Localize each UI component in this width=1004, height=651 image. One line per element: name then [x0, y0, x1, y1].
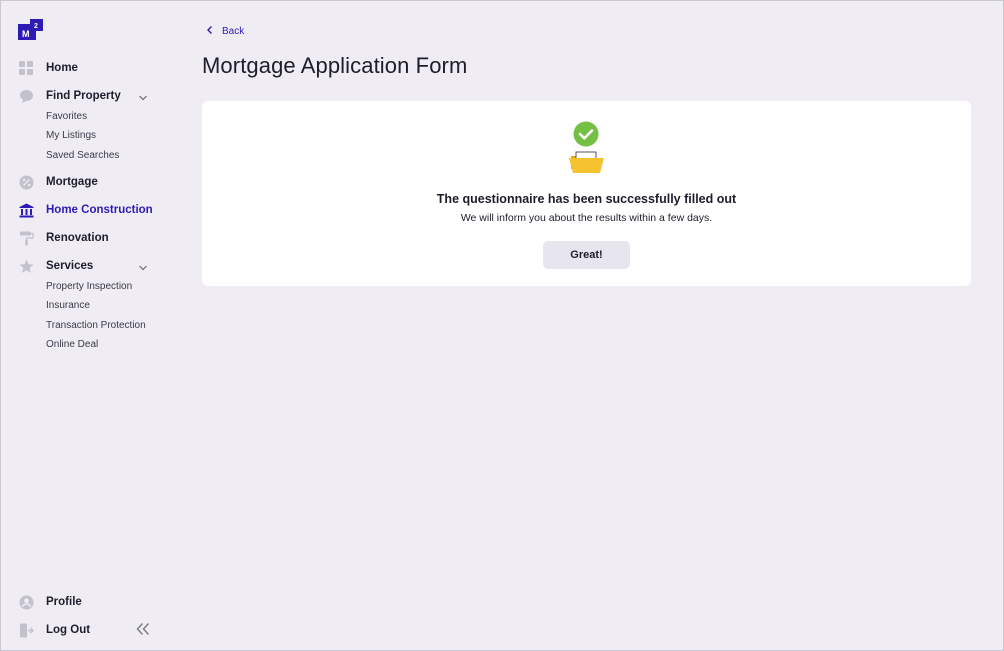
star-icon — [18, 258, 34, 274]
svg-text:M: M — [22, 29, 30, 39]
page-title: Mortgage Application Form — [202, 53, 468, 78]
success-card: The questionnaire has been successfully … — [202, 101, 971, 286]
sidebar-item-label: Profile — [46, 596, 82, 608]
sidebar-item-services[interactable]: Services — [18, 255, 158, 277]
success-illustration — [569, 121, 605, 174]
back-link[interactable]: Back — [206, 25, 244, 38]
collapse-sidebar-icon[interactable] — [135, 622, 151, 636]
percent-icon — [18, 174, 34, 190]
sidebar-subitem-favorites[interactable]: Favorites — [46, 111, 87, 122]
svg-text:2: 2 — [34, 23, 38, 30]
sidebar-item-label: Log Out — [46, 624, 91, 636]
sidebar-item-label: Renovation — [46, 232, 109, 244]
chevron-left-icon — [206, 25, 213, 38]
chat-bubble-icon — [18, 88, 34, 104]
sidebar-item-label: Services — [46, 260, 94, 272]
great-button[interactable]: Great! — [543, 241, 630, 269]
sidebar-item-mortgage[interactable]: Mortgage — [18, 171, 158, 193]
paint-roller-icon — [18, 230, 34, 246]
sidebar-item-label: Find Property — [46, 90, 121, 102]
sidebar-item-label: Mortgage — [46, 176, 98, 188]
sidebar: M 2 Home Find Property Favorites My List… — [1, 1, 171, 650]
success-message-title: The questionnaire has been successfully … — [436, 192, 737, 206]
grid-icon — [18, 60, 34, 76]
sidebar-item-label: Home Construction — [46, 204, 153, 216]
sidebar-item-renovation[interactable]: Renovation — [18, 227, 158, 249]
sidebar-subitem-insurance[interactable]: Insurance — [46, 300, 90, 311]
success-message-subtitle: We will inform you about the results wit… — [460, 212, 713, 224]
user-icon — [18, 594, 34, 610]
chevron-down-icon[interactable] — [138, 90, 148, 101]
back-label: Back — [222, 26, 245, 37]
checkmark-icon — [573, 121, 599, 147]
sidebar-subitem-property-inspection[interactable]: Property Inspection — [46, 281, 132, 292]
chevron-down-icon[interactable] — [138, 260, 148, 271]
sidebar-subitem-transaction-protection[interactable]: Transaction Protection — [46, 320, 146, 331]
folder-icon — [569, 151, 604, 173]
sidebar-item-label: Home — [46, 62, 78, 74]
sidebar-subitem-my-listings[interactable]: My Listings — [46, 130, 96, 141]
logo[interactable]: M 2 — [18, 19, 43, 40]
sidebar-subitem-saved-searches[interactable]: Saved Searches — [46, 150, 119, 161]
bank-building-icon — [18, 202, 34, 218]
sidebar-item-find-property[interactable]: Find Property — [18, 85, 158, 107]
logout-icon — [18, 622, 34, 638]
sidebar-item-home[interactable]: Home — [18, 57, 158, 79]
sidebar-item-home-construction[interactable]: Home Construction — [18, 199, 158, 221]
sidebar-subitem-online-deal[interactable]: Online Deal — [46, 339, 98, 350]
sidebar-item-profile[interactable]: Profile — [18, 591, 158, 613]
